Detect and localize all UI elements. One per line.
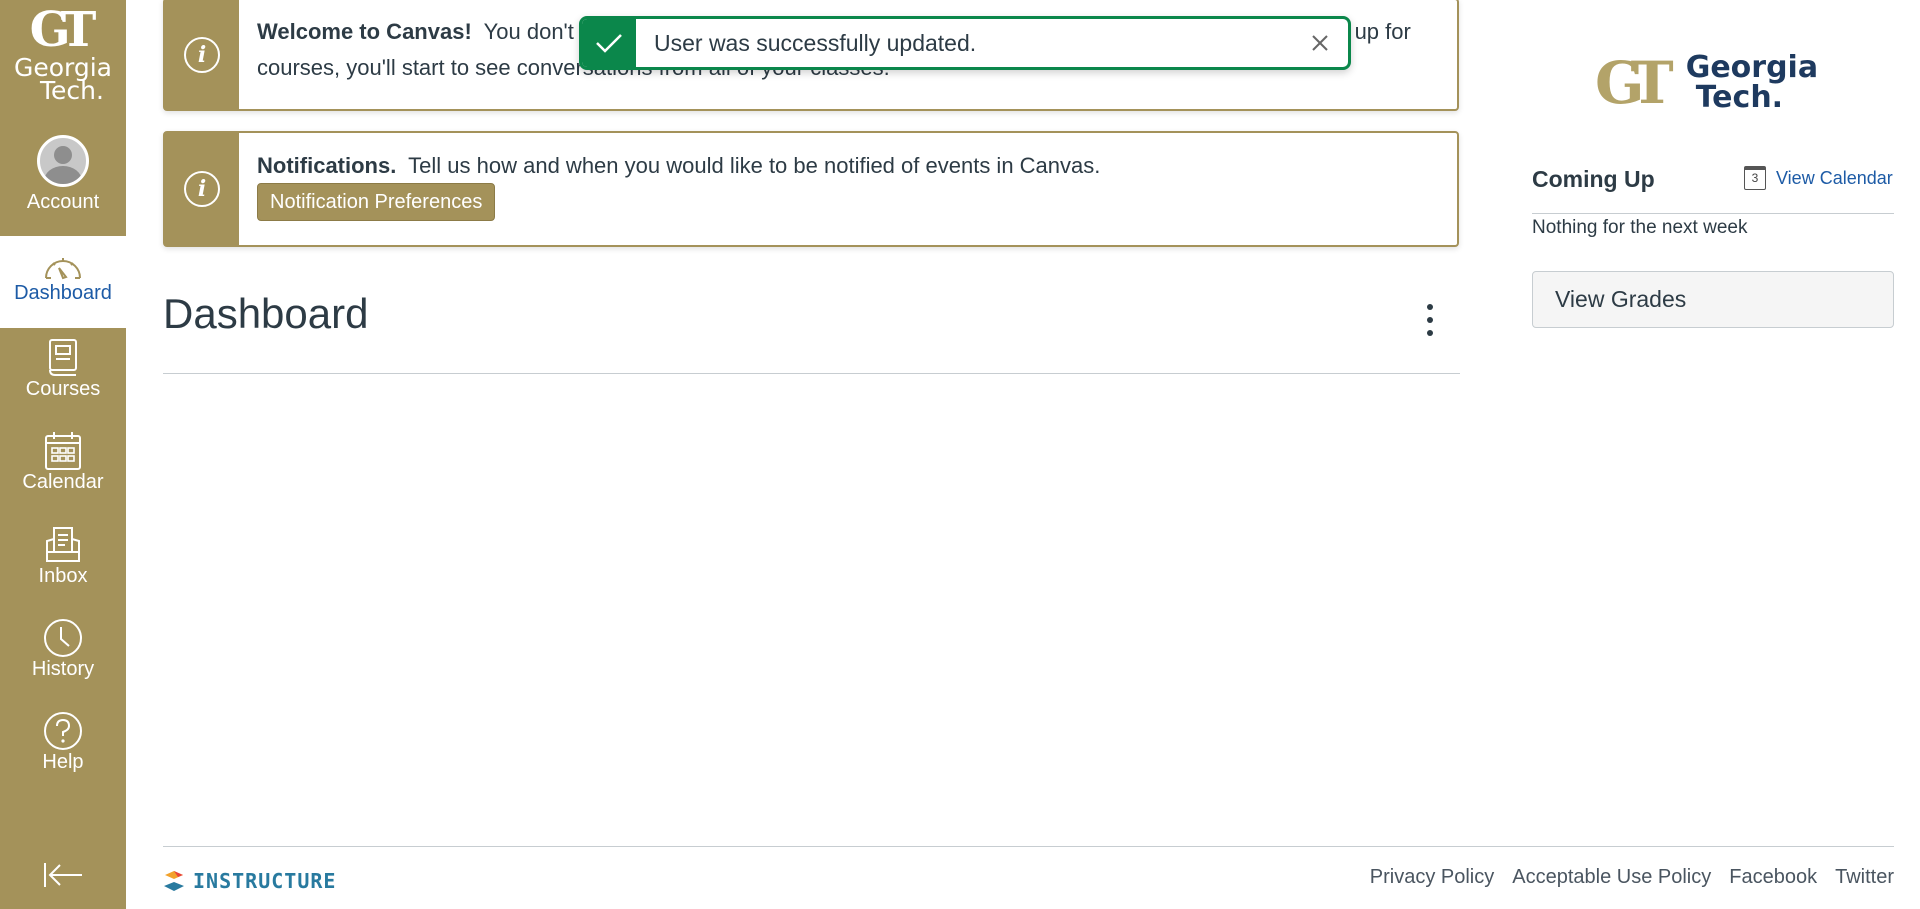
view-grades-button[interactable]: View Grades: [1532, 271, 1894, 328]
collapse-nav-button[interactable]: [0, 850, 126, 900]
nav-label: Courses: [25, 378, 101, 400]
gt-mark: GT: [1595, 49, 1674, 117]
nav-label: Dashboard: [14, 282, 112, 304]
nav-item-calendar[interactable]: Calendar: [0, 431, 126, 494]
footer-divider: [163, 846, 1894, 847]
notifications-alert-text: Notifications. Tell us how and when you …: [239, 133, 1118, 245]
title-divider: [163, 373, 1460, 374]
avatar-icon: [37, 135, 89, 187]
nav-item-dashboard[interactable]: Dashboard: [0, 236, 126, 328]
nav-label: Help: [42, 751, 84, 773]
calendar-day-icon: 3: [1744, 166, 1766, 190]
clock-icon: [44, 619, 82, 657]
instructure-logo-link[interactable]: INSTRUCTURE: [163, 869, 336, 893]
inbox-icon: [46, 527, 80, 562]
gt-wordmark: Georgia Tech.: [0, 55, 126, 105]
kebab-dot-icon: [1427, 330, 1433, 336]
twitter-link[interactable]: Twitter: [1835, 866, 1894, 889]
nav-item-account[interactable]: Account: [0, 135, 126, 214]
nav-label: Calendar: [22, 471, 104, 493]
collapse-arrow-icon: [44, 863, 82, 887]
dashboard-gauge-icon: [45, 258, 81, 280]
nav-label: Account: [26, 191, 100, 213]
nav-item-courses[interactable]: Courses: [0, 338, 126, 401]
notifications-alert: i Notifications. Tell us how and when yo…: [163, 131, 1459, 247]
nav-item-inbox[interactable]: Inbox: [0, 525, 126, 588]
success-toast: User was successfully updated.: [579, 16, 1351, 70]
close-icon: [1312, 35, 1328, 51]
nav-item-help[interactable]: Help: [0, 711, 126, 774]
calendar-icon: [45, 432, 81, 470]
privacy-policy-link[interactable]: Privacy Policy: [1370, 866, 1494, 889]
check-icon: [596, 34, 622, 53]
coming-up-divider: [1532, 213, 1894, 214]
instructure-wordmark: INSTRUCTURE: [193, 869, 337, 893]
facebook-link[interactable]: Facebook: [1729, 866, 1817, 889]
info-icon: i: [184, 171, 220, 207]
page-title: Dashboard: [163, 290, 369, 337]
nav-item-history[interactable]: History: [0, 618, 126, 681]
kebab-dot-icon: [1427, 304, 1433, 310]
nav-label: History: [31, 658, 95, 680]
instructure-logo-icon: [164, 871, 184, 891]
coming-up-empty-text: Nothing for the next week: [1532, 217, 1748, 238]
footer-links: Privacy Policy Acceptable Use Policy Fac…: [1370, 866, 1894, 889]
gt-word-line2: Tech.: [40, 76, 104, 105]
toast-close-button[interactable]: [1292, 19, 1348, 67]
gt-mark: GT: [29, 2, 97, 58]
notification-preferences-button[interactable]: Notification Preferences: [257, 183, 496, 221]
global-nav: GT Georgia Tech. Account Dashboard Cours…: [0, 0, 126, 909]
book-icon: [49, 339, 77, 376]
view-calendar-link[interactable]: 3 View Calendar: [1744, 166, 1893, 190]
welcome-alert-title: Welcome to Canvas!: [257, 19, 472, 44]
dashboard-options-button[interactable]: [1418, 300, 1442, 340]
info-icon: i: [184, 36, 220, 73]
gt-wordmark: Georgia Tech.: [1686, 53, 1818, 113]
toast-message: User was successfully updated.: [654, 30, 977, 56]
question-circle-icon: [44, 712, 82, 750]
notifications-alert-body: Tell us how and when you would like to b…: [408, 153, 1101, 178]
coming-up-heading: Coming Up: [1532, 166, 1655, 192]
acceptable-use-policy-link[interactable]: Acceptable Use Policy: [1512, 866, 1711, 889]
notifications-alert-title: Notifications.: [257, 153, 397, 178]
nav-label: Inbox: [38, 565, 88, 587]
georgia-tech-brand-logo: GT Georgia Tech.: [1595, 48, 1835, 118]
gt-word-line2: Tech.: [1695, 80, 1784, 115]
view-calendar-label: View Calendar: [1776, 167, 1893, 188]
kebab-dot-icon: [1427, 317, 1433, 323]
georgia-tech-logo[interactable]: GT Georgia Tech.: [0, 2, 126, 105]
